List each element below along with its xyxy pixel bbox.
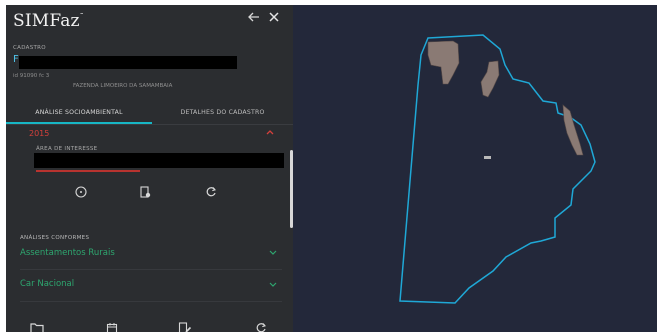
- close-icon[interactable]: [266, 9, 282, 25]
- map-marker[interactable]: [484, 156, 491, 159]
- info-icon[interactable]: [72, 183, 90, 201]
- area-interesse-label: ÁREA DE INTERESSE: [36, 146, 98, 152]
- alert-underline: [36, 170, 140, 172]
- refresh-icon[interactable]: [252, 319, 270, 332]
- list-divider: [20, 269, 282, 270]
- refresh-icon[interactable]: [202, 183, 220, 201]
- cadastro-id: id 91090 fc 3: [13, 73, 50, 79]
- property-map: [399, 34, 596, 304]
- tab-detalhes-cadastro[interactable]: DETALHES DO CADASTRO: [152, 102, 293, 122]
- folder-icon[interactable]: [28, 319, 46, 332]
- cadastro-label: CADASTRO: [13, 45, 46, 51]
- list-divider: [20, 301, 282, 302]
- analises-conformes-heading: ANÁLISES CONFORMES: [20, 235, 90, 241]
- app-frame: SIMFaz˜ CADASTRO F id 91090 fc 3 FAZENDA…: [0, 0, 657, 332]
- parcel-area-2[interactable]: [480, 60, 500, 98]
- farm-name: FAZENDA LIMOEIRO DA SAMAMBAIA: [73, 83, 173, 89]
- cadastro-code: F: [13, 54, 19, 65]
- calendar-icon[interactable]: [103, 319, 121, 332]
- chevron-up-icon[interactable]: [266, 128, 274, 137]
- parcel-area-1[interactable]: [427, 40, 460, 85]
- list-item-assentamentos-rurais[interactable]: Assentamentos Rurais: [20, 248, 115, 258]
- redacted-cadastro-name: [19, 56, 237, 69]
- sidebar-panel: SIMFaz˜ CADASTRO F id 91090 fc 3 FAZENDA…: [6, 5, 293, 332]
- list-item-car-nacional[interactable]: Car Nacional: [20, 279, 74, 289]
- map-canvas[interactable]: [293, 5, 657, 332]
- chevron-down-icon[interactable]: [269, 281, 277, 290]
- tabs-divider: [6, 124, 293, 125]
- document-add-icon[interactable]: [136, 183, 154, 201]
- app-logo: SIMFaz˜: [13, 11, 84, 31]
- redacted-area-value: [34, 153, 284, 168]
- analysis-year[interactable]: 2015: [29, 129, 49, 138]
- parcel-area-3[interactable]: [562, 104, 584, 156]
- chevron-down-icon[interactable]: [269, 249, 277, 258]
- tab-analise-socioambiental[interactable]: ANÁLISE SOCIOAMBIENTAL: [6, 102, 152, 122]
- document-edit-icon[interactable]: [176, 319, 194, 332]
- arrow-left-icon[interactable]: [246, 9, 262, 25]
